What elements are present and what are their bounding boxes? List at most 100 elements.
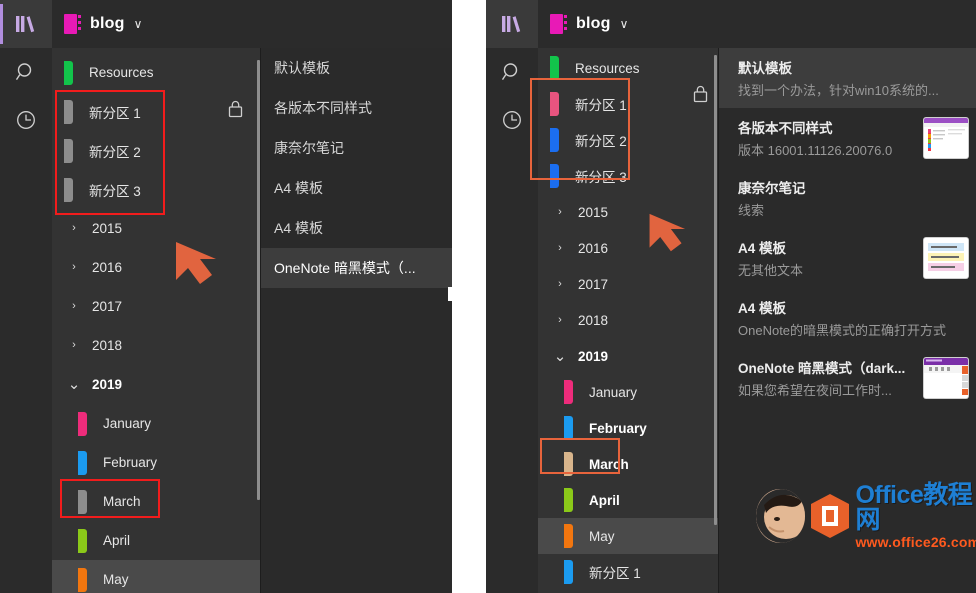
section-group-label: 2019 xyxy=(578,349,608,364)
site-watermark: Office教程网 www.office26.com xyxy=(756,483,976,549)
search-button[interactable] xyxy=(486,48,538,96)
left-library-button[interactable] xyxy=(0,0,52,48)
section-group-label: 2017 xyxy=(92,299,122,314)
notebook-badge-icon xyxy=(550,14,567,34)
page-item[interactable]: 默认模板 xyxy=(261,48,452,88)
section-color-tab xyxy=(564,524,573,548)
page-item-subtitle: OneNote的暗黑模式的正确打开方式 xyxy=(738,320,968,339)
section-item-April[interactable]: April xyxy=(52,521,260,560)
page-item[interactable]: OneNote 暗黑模式（dark...如果您希望在夜间工作时... xyxy=(719,348,976,408)
chevron-right-icon[interactable]: › xyxy=(552,207,568,218)
page-item-title: 各版本不同样式 xyxy=(274,98,372,118)
section-group-label: 2015 xyxy=(578,205,608,220)
chevron-down-icon[interactable]: ⌄ xyxy=(552,349,568,364)
page-item-title: A4 模板 xyxy=(274,218,323,238)
section-group-2015[interactable]: ›2015 xyxy=(52,209,260,248)
right-section-list[interactable]: Resources新分区 1新分区 2新分区 3›2015›2016›2017›… xyxy=(538,48,718,593)
left-notebook-header[interactable]: blog ∨ xyxy=(64,0,142,48)
page-item-title: A4 模板 xyxy=(274,178,323,198)
section-color-tab xyxy=(78,529,87,553)
page-item-title: 康奈尔笔记 xyxy=(738,177,968,197)
page-item-subtitle: 无其他文本 xyxy=(738,260,918,279)
section-group-2018[interactable]: › 2018 xyxy=(52,326,260,365)
chevron-right-icon[interactable]: › xyxy=(66,262,82,273)
section-item-新分区 1[interactable]: 新分区 1 xyxy=(538,86,718,122)
page-item-text: OneNote 暗黑模式（dark...如果您希望在夜间工作时... xyxy=(738,357,918,399)
page-item[interactable]: A4 模板无其他文本 xyxy=(719,228,976,288)
section-item-label: 新分区 3 xyxy=(89,180,141,200)
left-section-list[interactable]: Resources新分区 1新分区 2新分区 3›2015›2016›2017›… xyxy=(52,48,260,593)
section-group-2019[interactable]: ⌄ 2019 xyxy=(538,338,718,374)
page-item-text: 康奈尔笔记线索 xyxy=(738,177,968,219)
section-item-May[interactable]: May xyxy=(538,518,718,554)
section-group-2017[interactable]: › 2017 xyxy=(538,266,718,302)
right-section-scrollbar[interactable] xyxy=(714,55,717,525)
left-pages-scroll-nub[interactable] xyxy=(448,287,452,301)
page-item[interactable]: A4 模板 xyxy=(261,168,452,208)
section-item-January[interactable]: January xyxy=(52,404,260,443)
page-item[interactable]: A4 模板 OneNote的暗黑模式的正确打开方式 xyxy=(719,288,976,348)
chevron-down-icon[interactable]: ⌄ xyxy=(66,377,82,392)
page-thumbnail xyxy=(924,358,968,398)
chevron-right-icon[interactable]: › xyxy=(66,340,82,351)
section-group-2018[interactable]: ›2018 xyxy=(538,302,718,338)
section-item-May[interactable]: May xyxy=(52,560,260,593)
section-group-2019[interactable]: ⌄2019 xyxy=(52,365,260,404)
section-item-label: Resources xyxy=(575,61,640,76)
chevron-right-icon[interactable]: › xyxy=(552,243,568,254)
page-item-text: A4 模板 OneNote的暗黑模式的正确打开方式 xyxy=(738,297,968,339)
section-group-label: 2018 xyxy=(92,338,122,353)
section-item-Resources[interactable]: Resources xyxy=(538,50,718,86)
chevron-right-icon[interactable]: › xyxy=(66,223,82,234)
section-group-2016[interactable]: ›2016 xyxy=(538,230,718,266)
section-item-label: 新分区 3 xyxy=(575,166,627,186)
notebooks-library-icon xyxy=(14,14,38,34)
section-item-新分区 3[interactable]: 新分区 3 xyxy=(52,170,260,209)
recent-button[interactable] xyxy=(486,96,538,144)
right-notebook-header[interactable]: blog ∨ xyxy=(550,0,628,48)
page-item-title: A4 模板 xyxy=(738,297,968,317)
notebook-title: blog xyxy=(576,15,611,33)
notebooks-library-icon xyxy=(500,14,524,34)
chevron-right-icon[interactable]: › xyxy=(552,315,568,326)
section-item-February[interactable]: February xyxy=(538,410,718,446)
section-group-label: 2016 xyxy=(92,260,122,275)
page-item[interactable]: OneNote 暗黑模式（... xyxy=(261,248,452,288)
section-item-March[interactable]: March xyxy=(538,446,718,482)
section-item-label: March xyxy=(589,457,629,472)
left-page-list[interactable]: 默认模板各版本不同样式康奈尔笔记 A4 模板 A4 模板 OneNote 暗黑模式（.… xyxy=(261,48,452,593)
section-item-label: May xyxy=(589,529,615,544)
section-item-Resources[interactable]: Resources xyxy=(52,53,260,92)
chevron-down-icon[interactable]: ∨ xyxy=(620,18,629,30)
page-item[interactable]: 各版本不同样式 xyxy=(261,88,452,128)
page-item-title: 默认模板 xyxy=(738,57,968,77)
lock-icon xyxy=(693,85,708,108)
section-group-2015[interactable]: › 2015 xyxy=(538,194,718,230)
section-item-February[interactable]: February xyxy=(52,443,260,482)
chevron-right-icon[interactable]: › xyxy=(552,279,568,290)
section-item-新分区 1[interactable]: 新分区 1 xyxy=(538,554,718,590)
page-item[interactable]: 各版本不同样式版本 16001.11126.20076.0 xyxy=(719,108,976,168)
chevron-down-icon[interactable]: ∨ xyxy=(134,18,143,30)
section-item-April[interactable]: April xyxy=(538,482,718,518)
page-item[interactable]: 康奈尔笔记线索 xyxy=(719,168,976,228)
section-group-label: 2017 xyxy=(578,277,608,292)
page-item-title: 康奈尔笔记 xyxy=(274,138,344,158)
section-item-新分区 2[interactable]: 新分区 2 xyxy=(538,122,718,158)
page-item[interactable]: 康奈尔笔记 xyxy=(261,128,452,168)
section-color-tab xyxy=(550,128,559,152)
page-item[interactable]: A4 模板 xyxy=(261,208,452,248)
section-item-新分区 3[interactable]: 新分区 3 xyxy=(538,158,718,194)
chevron-right-icon[interactable]: › xyxy=(66,301,82,312)
section-item-label: May xyxy=(103,572,129,587)
section-item-March[interactable]: March xyxy=(52,482,260,521)
section-item-新分区 2[interactable]: 新分区 2 xyxy=(52,131,260,170)
section-item-January[interactable]: January xyxy=(538,374,718,410)
section-group-2016[interactable]: › 2016 xyxy=(52,248,260,287)
left-section-scrollbar[interactable] xyxy=(257,60,260,500)
section-group-2017[interactable]: › 2017 xyxy=(52,287,260,326)
recent-button[interactable] xyxy=(0,96,52,144)
page-item[interactable]: 默认模板找到一个办法，针对win10系统的... xyxy=(719,48,976,108)
search-button[interactable] xyxy=(0,48,52,96)
right-library-button[interactable] xyxy=(486,0,538,48)
